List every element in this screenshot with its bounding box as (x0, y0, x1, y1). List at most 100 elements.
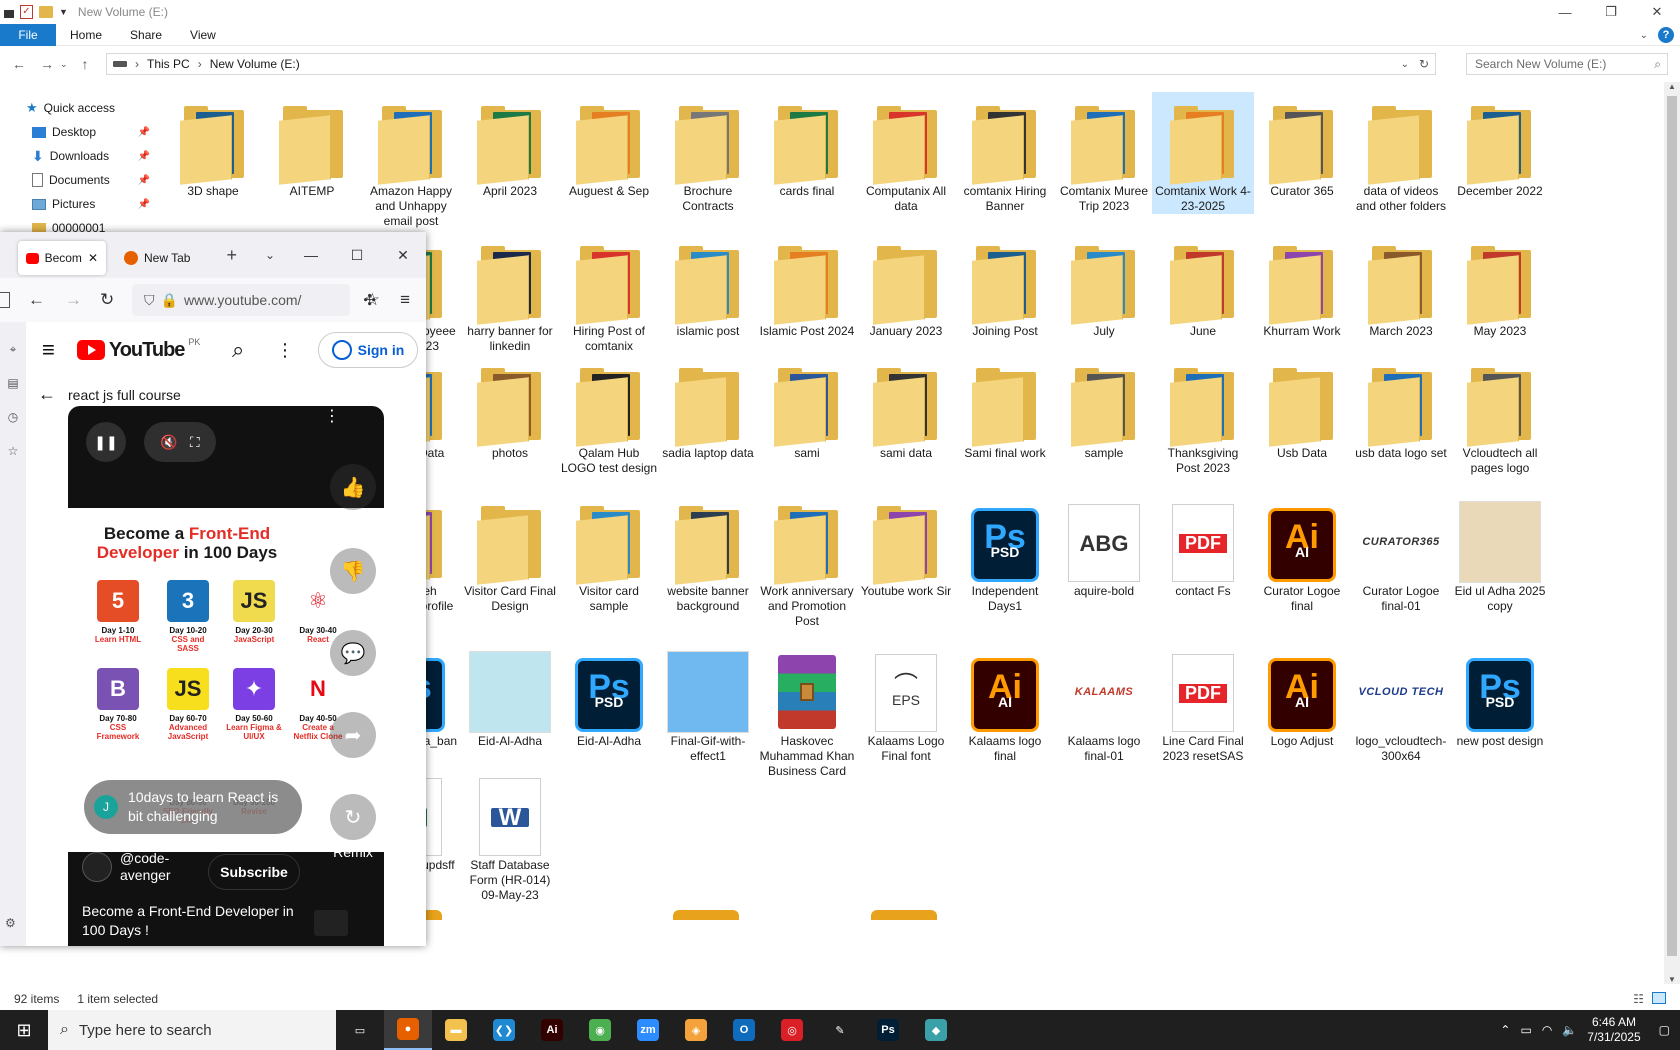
file-item[interactable]: KALAAMS Kalaams logo final-01 (1053, 642, 1155, 764)
lock-icon[interactable]: 🔒 (161, 292, 178, 309)
tab-view[interactable]: View (176, 24, 230, 46)
folder-item[interactable]: Auguest & Sep (558, 92, 660, 199)
folder-item[interactable]: AITEMP (261, 92, 363, 199)
pin-icon[interactable]: 📌 (138, 175, 150, 186)
minimize-button[interactable]: — (288, 232, 334, 278)
folder-item[interactable]: Qalam Hub LOGO test design (558, 354, 660, 476)
file-item[interactable]: Ps PSD new post design (1449, 642, 1551, 749)
network-icon[interactable]: ▭ (1520, 1023, 1531, 1037)
pin-icon[interactable]: 📌 (138, 127, 150, 138)
folder-item[interactable]: May 2023 (1449, 232, 1551, 339)
url-text[interactable]: www.youtube.com/ (184, 292, 302, 308)
file-item[interactable]: Eid-Al-Adha (459, 642, 561, 749)
folder-item[interactable]: website banner background (657, 492, 759, 614)
folder-item[interactable]: Comtanix Work 4-23-2025 (1152, 92, 1254, 214)
folder-item[interactable]: photos (459, 354, 561, 461)
scroll-up-icon[interactable]: ▲ (1668, 82, 1676, 91)
folder-item[interactable]: comtanix Hiring Banner (954, 92, 1056, 214)
folder-item[interactable]: Usb Data (1251, 354, 1353, 461)
file-item[interactable]: Ps PSD Eid-Al-Adha (558, 642, 660, 749)
list-tabs-icon[interactable]: ⌄ (265, 248, 275, 262)
recent-chevron-icon[interactable]: ⌄ (60, 59, 68, 72)
maximize-button[interactable]: ☐ (334, 232, 380, 278)
folder-item[interactable]: cards final (756, 92, 858, 199)
extensions-icon[interactable]: ✣ (363, 291, 376, 309)
maximize-button[interactable]: ❐ (1588, 0, 1634, 24)
comments-button[interactable]: 💬 (330, 630, 376, 676)
tabs-icon[interactable]: ▤ (0, 366, 26, 400)
file-item[interactable]: CURATOR365 Curator Logoe final-01 (1350, 492, 1452, 614)
file-item[interactable]: Ai AI Kalaams logo final (954, 642, 1056, 764)
folder-item[interactable]: sample (1053, 354, 1155, 461)
search-input[interactable]: Search New Volume (E:) (1475, 57, 1606, 71)
new-tab-icon[interactable]: + (226, 245, 237, 266)
forward-arrow-icon[interactable]: → (65, 290, 82, 310)
address-dropdown-icon[interactable]: ⌄ (1401, 59, 1409, 70)
wifi-icon[interactable]: ◠ (1542, 1023, 1552, 1037)
shorts-player[interactable]: ❚❚ 🔇 ⛶ ⋮ Become a Front-End Developer in… (68, 406, 384, 946)
close-tab-icon[interactable]: ✕ (88, 251, 98, 265)
chevron-down-icon[interactable]: ▼ (59, 7, 68, 17)
pin-icon[interactable]: 📌 (138, 199, 150, 210)
back-arrow-icon[interactable]: ← (12, 56, 26, 72)
start-button[interactable]: ⊞ (0, 1010, 48, 1050)
search-icon[interactable]: ⌕ (1654, 57, 1661, 72)
taskbar-firefox-button[interactable]: ● (384, 1010, 432, 1050)
tab-new-tab[interactable]: New Tab (116, 241, 198, 275)
tracking-protection-icon[interactable]: ⛉ (144, 292, 155, 309)
properties-icon[interactable] (4, 10, 14, 18)
search-icon[interactable]: ⌕ (232, 337, 244, 363)
expand-ribbon-icon[interactable]: ⌄ (1640, 30, 1648, 41)
folder-item[interactable]: June (1152, 232, 1254, 339)
channel-logo-icon[interactable] (314, 910, 348, 936)
volume-button[interactable]: 🔇 ⛶ (144, 422, 216, 462)
sidebar-item-desktop[interactable]: Desktop 📌 (0, 120, 160, 144)
volume-icon[interactable]: 🔈 (1562, 1023, 1577, 1037)
forward-arrow-icon[interactable]: → (40, 56, 54, 72)
folder-item[interactable]: July (1053, 232, 1155, 339)
folder-item[interactable]: usb data logo set (1350, 354, 1452, 461)
checkmark-icon[interactable]: ✓ (20, 5, 33, 19)
share-button[interactable]: ➦ (330, 712, 376, 758)
refresh-icon[interactable]: ↻ (1419, 57, 1429, 71)
file-item[interactable]: Final-Gif-with-effect1 (657, 642, 759, 764)
taskbar-outlook-button[interactable]: O (720, 1010, 768, 1050)
up-arrow-icon[interactable]: ↑ (82, 56, 89, 72)
taskbar-photoshop-button[interactable]: Ps (864, 1010, 912, 1050)
sidebar-toggle-icon[interactable] (0, 292, 10, 308)
subscribe-button[interactable]: Subscribe (208, 854, 300, 890)
folder-item[interactable]: Visitor Card Final Design (459, 492, 561, 614)
folder-item[interactable]: 3D shape (172, 92, 264, 199)
channel-name[interactable]: @code-avenger (120, 850, 190, 884)
close-button[interactable]: ✕ (1634, 0, 1680, 24)
folder-item[interactable]: December 2022 (1449, 92, 1551, 199)
reload-icon[interactable]: ↻ (100, 290, 114, 310)
folder-item[interactable]: Khurram Work (1251, 232, 1353, 339)
notifications-icon[interactable]: ▢ (1659, 1023, 1670, 1037)
folder-item[interactable]: sadia laptop data (657, 354, 759, 461)
sidebar-item-downloads[interactable]: ⬇ Downloads 📌 (0, 144, 160, 168)
folder-item[interactable]: Curator 365 (1251, 92, 1353, 199)
more-options-icon[interactable]: ⋮ (276, 340, 294, 361)
taskbar-illustrator-button[interactable]: Ai (528, 1010, 576, 1050)
quick-access-header[interactable]: ★ Quick access (0, 96, 160, 120)
folder-item[interactable]: sami data (855, 354, 957, 461)
folder-item[interactable]: Brochure Contracts (657, 92, 759, 214)
remix-button[interactable]: ↻ (330, 794, 376, 840)
youtube-logo[interactable]: YouTube PK (76, 337, 200, 362)
folder-item[interactable]: Comtanix Muree Trip 2023 (1053, 92, 1155, 214)
file-item[interactable]: W Staff Database Form (HR-014) 09-May-23 (459, 766, 561, 903)
sidebar-item-pictures[interactable]: Pictures 📌 (0, 192, 160, 216)
file-item[interactable]: Ps PSD Independent Days1 (954, 492, 1056, 614)
folder-item[interactable]: harry banner for linkedin (459, 232, 561, 354)
folder-item[interactable]: Amazon Happy and Unhappy email post (360, 92, 462, 229)
folder-item[interactable]: April 2023 (459, 92, 561, 199)
file-item[interactable]: Haskovec Muhammad Khan Business Card (756, 642, 858, 779)
taskbar-file-explorer-button[interactable]: ▬ (432, 1010, 480, 1050)
file-item[interactable]: ABG aquire-bold (1053, 492, 1155, 599)
tab-share[interactable]: Share (116, 24, 176, 46)
folder-item[interactable]: data of videos and other folders (1350, 92, 1452, 214)
scroll-down-icon[interactable]: ▼ (1668, 975, 1676, 984)
breadcrumb-new-volume[interactable]: New Volume (E:) (210, 57, 300, 71)
breadcrumb-this-pc[interactable]: This PC (147, 57, 190, 71)
